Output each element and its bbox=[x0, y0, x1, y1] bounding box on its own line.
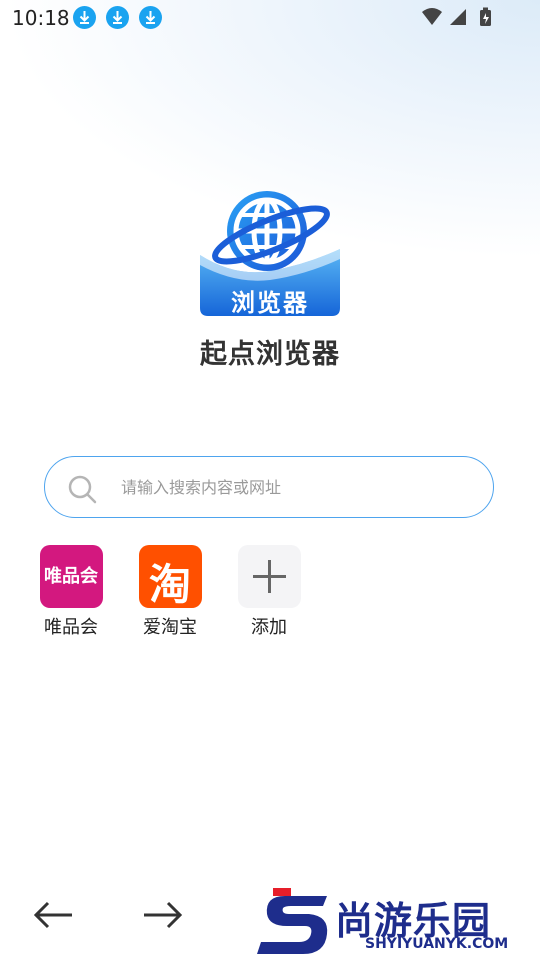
forward-button[interactable] bbox=[132, 895, 192, 935]
plus-icon bbox=[237, 545, 301, 608]
search-icon bbox=[68, 475, 97, 504]
shortcut-label: 爱淘宝 bbox=[143, 617, 197, 638]
download-icon bbox=[139, 6, 162, 29]
app-logo: 浏览器 bbox=[195, 185, 345, 320]
shortcut-taobao[interactable]: 淘 爱淘宝 bbox=[130, 545, 210, 639]
logo-text: 浏览器 bbox=[231, 289, 309, 317]
signal-icon bbox=[450, 9, 466, 25]
vip-icon: 唯品会 bbox=[39, 545, 103, 608]
arrow-right-icon bbox=[144, 901, 183, 929]
download-icon bbox=[106, 6, 129, 29]
shortcut-label: 唯品会 bbox=[44, 617, 98, 638]
watermark: 尚游乐园 SHYIYUANYK.COM bbox=[255, 884, 540, 960]
search-bar[interactable] bbox=[44, 456, 494, 518]
status-time: 10:18 bbox=[12, 6, 70, 30]
arrow-left-icon bbox=[33, 901, 72, 929]
wifi-icon bbox=[422, 8, 442, 25]
search-input[interactable] bbox=[119, 457, 473, 518]
status-icons bbox=[420, 6, 500, 34]
app-name: 起点浏览器 bbox=[200, 339, 340, 370]
taobao-icon: 淘 bbox=[138, 545, 202, 608]
shortcut-add[interactable]: 添加 bbox=[229, 545, 309, 639]
shortcut-vip[interactable]: 唯品会 唯品会 bbox=[31, 545, 111, 639]
watermark-subtext: SHYIYUANYK.COM bbox=[365, 936, 509, 952]
back-button[interactable] bbox=[24, 895, 84, 935]
download-icon bbox=[73, 6, 96, 29]
status-bar: 10:18 bbox=[0, 0, 540, 36]
shortcut-label: 添加 bbox=[251, 617, 287, 638]
watermark-logo bbox=[257, 888, 328, 954]
battery-icon bbox=[480, 7, 491, 26]
